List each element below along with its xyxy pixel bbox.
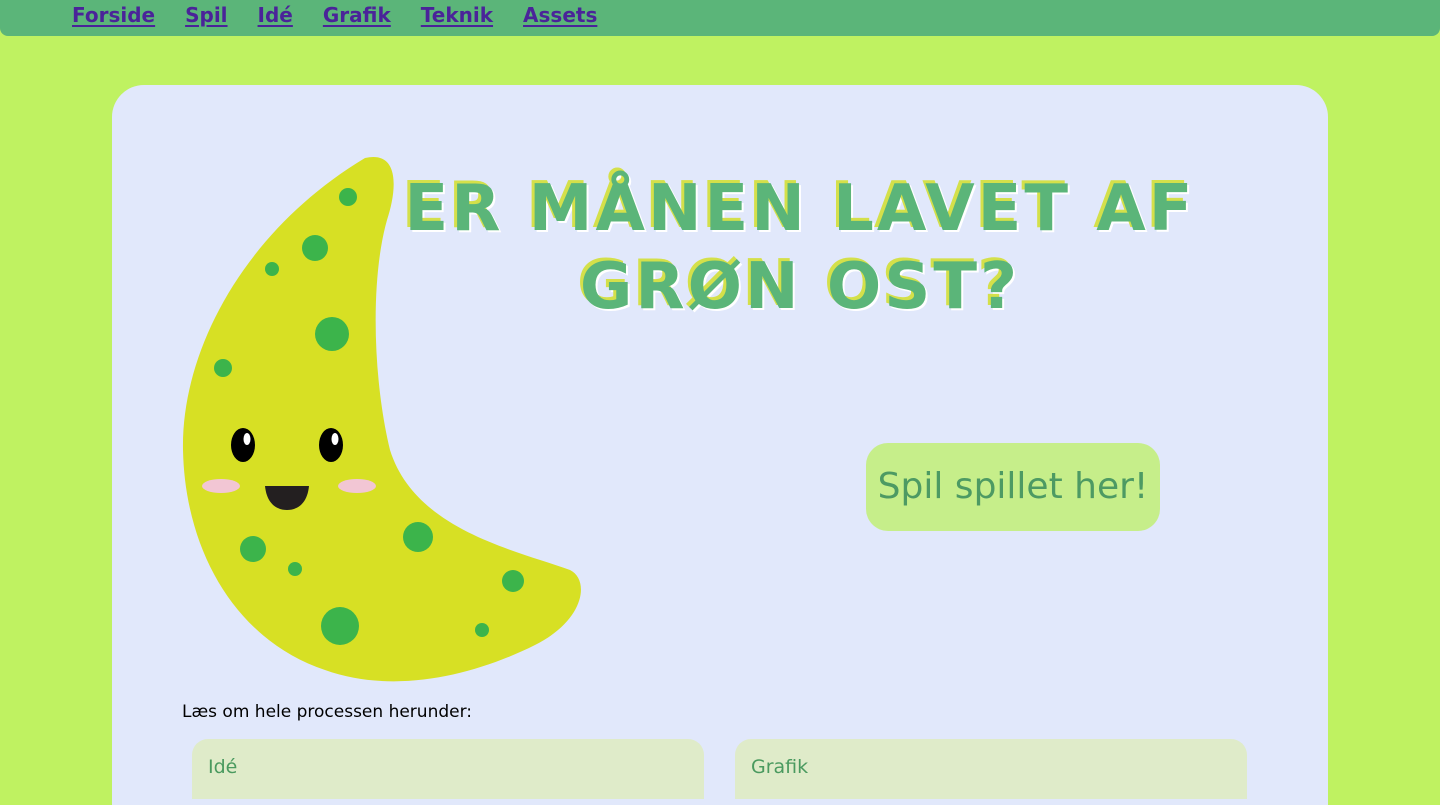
nav-links: Forside Spil Idé Grafik Teknik Assets xyxy=(72,2,597,28)
title-line-1: ER MÅNEN LAVET AF xyxy=(404,172,1196,246)
title-line-2: GRØN OST? xyxy=(579,250,1021,324)
section-card-ide[interactable]: Idé xyxy=(192,739,704,799)
nav-link-grafik[interactable]: Grafik xyxy=(323,2,391,28)
nav-link-forside[interactable]: Forside xyxy=(72,2,155,28)
process-intro-text: Læs om hele processen herunder: xyxy=(182,702,473,722)
nav-link-teknik[interactable]: Teknik xyxy=(421,2,493,28)
page-title: ER MÅNEN LAVET AF GRØN OST? xyxy=(400,170,1200,326)
section-card-label: Grafik xyxy=(751,756,809,778)
play-game-button[interactable]: Spil spillet her! xyxy=(866,443,1160,531)
nav-link-ide[interactable]: Idé xyxy=(258,2,293,28)
nav-link-spil[interactable]: Spil xyxy=(185,2,227,28)
top-navbar: Forside Spil Idé Grafik Teknik Assets xyxy=(0,0,1440,36)
section-card-grafik[interactable]: Grafik xyxy=(735,739,1247,799)
section-card-label: Idé xyxy=(208,756,238,778)
nav-link-assets[interactable]: Assets xyxy=(523,2,597,28)
